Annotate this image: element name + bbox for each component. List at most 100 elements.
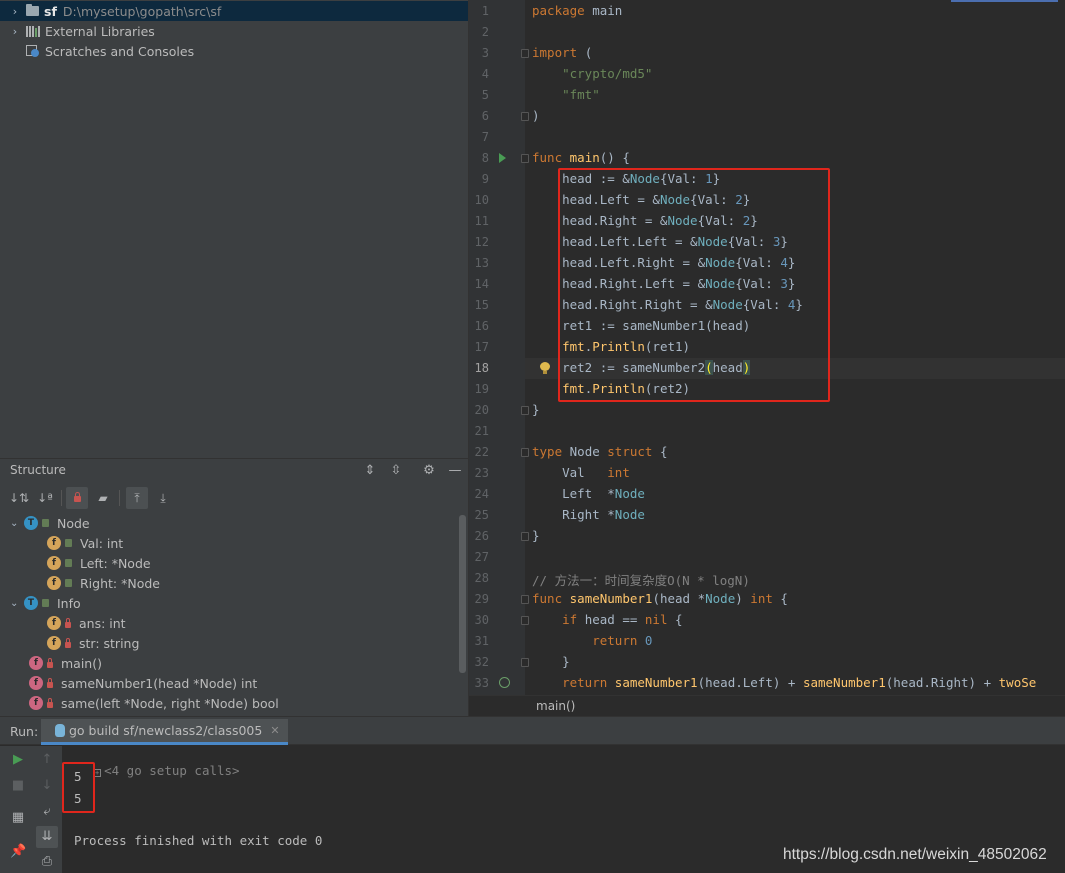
scratches-and-consoles[interactable]: Scratches and Consoles [0, 41, 468, 61]
expand-icon[interactable]: + [93, 769, 102, 777]
code-token: head.Right = & [532, 213, 668, 228]
code-line: ) [532, 108, 540, 123]
show-private-icon[interactable] [66, 487, 88, 509]
line-number: 9 [481, 172, 489, 186]
code-line: } [532, 528, 540, 543]
structure-item-function[interactable]: f main() [29, 653, 102, 673]
code-line: head.Right.Left = &Node{Val: 3} [532, 276, 795, 291]
code-token: Node [659, 192, 691, 207]
structure-item-function[interactable]: f sameNumber1(head *Node) int [29, 673, 257, 693]
structure-item-function[interactable]: f same(left *Node, right *Node) bool [29, 693, 279, 713]
line-number: 4 [481, 67, 489, 81]
fold-icon[interactable] [521, 112, 529, 121]
structure-scrollbar[interactable] [459, 515, 466, 673]
code-token: sameNumber1 [802, 675, 886, 690]
setup-calls-line[interactable]: + <4 go setup calls> [63, 748, 240, 793]
structure-title: Structure [10, 463, 66, 477]
line-number: 29 [474, 592, 489, 606]
structure-item-field[interactable]: f Left: *Node [47, 553, 151, 573]
code-token: Node [629, 171, 660, 186]
lightbulb-icon[interactable] [540, 362, 550, 374]
code-line: Left *Node [532, 486, 645, 501]
scratches-icon [26, 44, 40, 58]
structure-item-field[interactable]: f Val: int [47, 533, 123, 553]
fold-icon[interactable] [521, 658, 529, 667]
up-icon[interactable]: ↑ [39, 752, 55, 768]
code-token: int [607, 465, 630, 480]
public-icon [42, 519, 49, 527]
run-tab[interactable]: go build sf/newclass2/class005 ✕ [41, 719, 288, 745]
stop-icon[interactable]: ■ [10, 778, 26, 794]
code-token: package [532, 3, 593, 18]
code-editor[interactable]: 1 2 3 4 5 6 7 8 9 10 11 12 13 14 15 16 17 18 19 20 21 22 23 24 2… [468, 0, 1065, 716]
private-lock-icon [65, 637, 71, 648]
chevron-down-icon[interactable]: ⌄ [10, 518, 24, 529]
fold-icon[interactable] [521, 595, 529, 604]
soft-wrap-icon[interactable]: ⤶ [39, 804, 55, 820]
code-token: ( [584, 45, 593, 60]
fold-icon[interactable] [521, 448, 529, 457]
close-icon[interactable]: ✕ [270, 724, 279, 737]
fold-icon[interactable] [521, 616, 529, 625]
external-libraries[interactable]: › External Libraries [0, 21, 468, 41]
down-icon[interactable]: ↓ [39, 778, 55, 794]
code-line: ret1 := sameNumber1(head) [532, 318, 750, 333]
structure-item-field[interactable]: f Right: *Node [47, 573, 160, 593]
run-tab-label: go build sf/newclass2/class005 [69, 723, 263, 738]
fold-icon[interactable] [521, 406, 529, 415]
breadcrumb-item[interactable]: main() [536, 699, 575, 713]
code-line: "crypto/md5" [532, 66, 652, 81]
expand-all-icon[interactable]: ⇕ [361, 462, 379, 480]
sort-by-visibility-icon[interactable]: ↓⇅ [8, 487, 30, 509]
fold-icon[interactable] [521, 49, 529, 58]
go-gopher-icon [55, 724, 65, 737]
function-icon: f [29, 656, 43, 670]
exit-message: Process finished with exit code 0 [74, 833, 323, 848]
settings-icon[interactable]: ⚙ [420, 462, 438, 480]
watermark: https://blog.csdn.net/weixin_48502062 [783, 846, 1047, 863]
rerun-icon[interactable]: ▶ [10, 752, 26, 768]
collapse-all-icon[interactable]: ⇳ [387, 462, 405, 480]
line-number: 23 [474, 466, 489, 480]
project-root-sf[interactable]: › sf D:\mysetup\gopath\src\sf [0, 1, 468, 21]
pin-icon[interactable]: 📌 [10, 844, 26, 860]
code-token: head [712, 360, 743, 375]
code-line: } [532, 654, 570, 669]
code-token: } [795, 297, 803, 312]
run-tabbar: Run: go build sf/newclass2/class005 ✕ [0, 717, 1065, 745]
print-icon[interactable]: ⎙ [39, 854, 55, 870]
minimize-icon[interactable]: — [446, 462, 464, 480]
chevron-down-icon[interactable]: ⌄ [10, 598, 24, 609]
line-number: 2 [481, 25, 489, 39]
structure-item-info[interactable]: ⌄ T Info [10, 593, 81, 613]
code-line: Right *Node [532, 507, 645, 522]
code-token: {Val: [727, 234, 773, 249]
run-panel: Run: go build sf/newclass2/class005 ✕ ▶ … [0, 716, 1065, 873]
fold-icon[interactable] [521, 532, 529, 541]
autoscroll-to-source-icon[interactable]: ⤒ [126, 487, 148, 509]
structure-item-field[interactable]: f ans: int [47, 613, 126, 633]
scroll-to-end-icon[interactable]: ⇊ [39, 829, 55, 845]
show-fields-icon[interactable]: ▰ [92, 487, 114, 509]
chevron-right-icon[interactable]: › [10, 5, 20, 18]
autoscroll-from-source-icon[interactable]: ⤓ [152, 487, 174, 509]
code-token: if [562, 612, 585, 627]
breadcrumb[interactable]: main() [469, 695, 1065, 716]
code-token: main [569, 150, 600, 165]
private-lock-icon [65, 617, 71, 628]
code-token: (head * [652, 591, 706, 606]
line-number: 1 [481, 4, 489, 18]
chevron-right-icon[interactable]: › [10, 25, 20, 38]
layout-icon[interactable]: ▦ [10, 810, 26, 826]
fold-icon[interactable] [521, 154, 529, 163]
structure-item-field[interactable]: f str: string [47, 633, 139, 653]
project-name: sf [44, 3, 57, 19]
structure-item-node[interactable]: ⌄ T Node [10, 513, 90, 533]
code-line: "fmt" [532, 87, 600, 102]
code-token: func [532, 150, 570, 165]
run-toolbar: ▶ ↑ ■ ↓ ⤶ ▦ ⇊ 📌 ⎙ [0, 746, 62, 873]
sort-alphabetically-icon[interactable]: ↓ª [34, 487, 56, 509]
run-gutter-icon[interactable] [499, 153, 506, 163]
